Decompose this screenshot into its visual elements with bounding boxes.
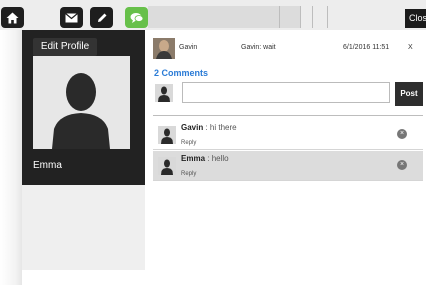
- profile-name: Emma: [33, 160, 62, 171]
- home-icon: [6, 12, 19, 23]
- home-button[interactable]: [1, 7, 24, 28]
- comment-header: Gavin : hi there: [181, 123, 237, 132]
- toolbar-divider: [312, 6, 313, 28]
- comment-text: hi there: [209, 123, 237, 132]
- edit-button[interactable]: [90, 7, 113, 28]
- toolbar-divider: [300, 6, 301, 28]
- post-timestamp: 6/1/2016 11:51: [343, 44, 390, 51]
- envelope-icon: [65, 12, 78, 22]
- user-silhouette-icon: [161, 159, 173, 175]
- post-close-button[interactable]: X: [408, 44, 413, 51]
- page-edge-shadow: [0, 30, 22, 285]
- comment-author[interactable]: Emma: [181, 154, 205, 163]
- comment-author[interactable]: Gavin: [181, 123, 203, 132]
- comment-text: hello: [211, 154, 229, 163]
- profile-avatar: [33, 56, 130, 149]
- close-tab[interactable]: Close: [405, 9, 426, 28]
- post-author-avatar: [153, 38, 175, 59]
- comment-avatar: [158, 126, 176, 144]
- user-silhouette-icon: [161, 128, 173, 144]
- user-silhouette-icon: [158, 86, 170, 102]
- chat-button[interactable]: [125, 7, 148, 28]
- delete-comment-button[interactable]: ×: [397, 129, 407, 139]
- chat-bubble-icon: [130, 12, 143, 23]
- post-header: Gavin Gavin: wait 6/1/2016 11:51 X: [153, 38, 423, 60]
- comment-item: Gavin : hi there Reply ×: [153, 120, 423, 150]
- sidebar-lower: [22, 185, 145, 270]
- toolbar-strip: [148, 6, 300, 28]
- toolbar-divider: [279, 6, 280, 28]
- reply-link[interactable]: Reply: [181, 171, 196, 177]
- comment-input[interactable]: [182, 82, 390, 103]
- comment-header: Emma : hello: [181, 154, 229, 163]
- author-photo: [153, 38, 175, 59]
- messages-button[interactable]: [60, 7, 83, 28]
- user-silhouette-icon: [52, 73, 110, 149]
- toolbar-divider: [327, 6, 328, 28]
- post-comment-button[interactable]: Post: [395, 82, 423, 106]
- post-message: Gavin: wait: [241, 44, 276, 51]
- comment-avatar: [158, 157, 176, 175]
- delete-comment-button[interactable]: ×: [397, 160, 407, 170]
- comment-item: Emma : hello Reply ×: [153, 151, 423, 181]
- pencil-icon: [97, 13, 106, 22]
- edit-profile-button[interactable]: Edit Profile: [33, 38, 97, 56]
- post-author[interactable]: Gavin: [179, 44, 197, 51]
- comments-count: 2 Comments: [154, 68, 209, 78]
- current-user-avatar: [155, 84, 173, 102]
- comments-divider: [153, 115, 423, 116]
- reply-link[interactable]: Reply: [181, 140, 196, 146]
